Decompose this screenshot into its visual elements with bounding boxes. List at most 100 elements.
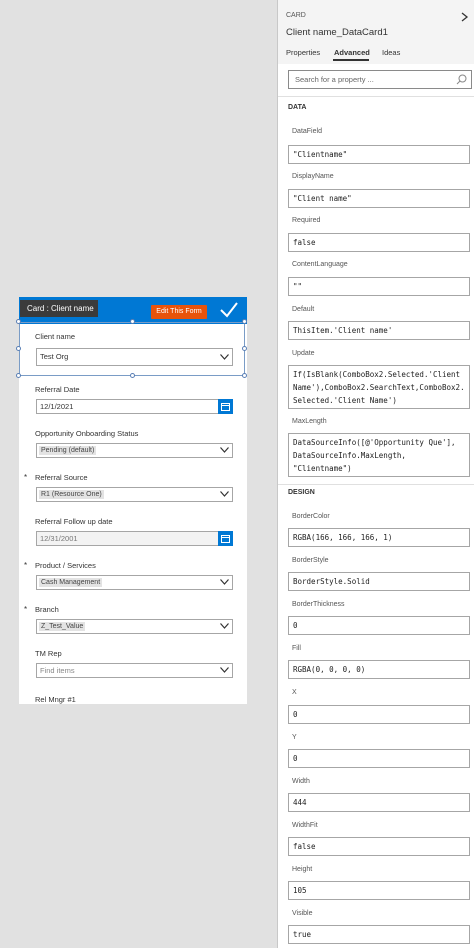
field-label: Referral Source: [35, 473, 88, 482]
field-label: TM Rep: [35, 649, 62, 658]
field-label: Referral Follow up date: [35, 517, 113, 526]
tab-ideas[interactable]: Ideas: [382, 48, 400, 57]
panel-header: CARD Client name_DataCard1 Properties Ad…: [278, 0, 474, 64]
section-design-title: DESIGN: [288, 489, 315, 496]
onboarding-status-combobox[interactable]: Pending (default): [36, 443, 233, 458]
product-services-combobox[interactable]: Cash Management: [36, 575, 233, 590]
field-label: Client name: [35, 332, 76, 341]
resize-handle-top[interactable]: [130, 319, 135, 324]
resize-handle-top-right[interactable]: [242, 319, 247, 324]
property-search-input[interactable]: Search for a property ...: [288, 70, 472, 89]
property-formula-y[interactable]: 0: [288, 749, 470, 768]
chevron-down-icon: [220, 623, 229, 629]
control-name: Client name_DataCard1: [286, 27, 388, 38]
required-asterisk: *: [24, 561, 28, 570]
card-client-name[interactable]: Client name Test Org: [19, 332, 241, 372]
property-label: Required: [292, 217, 321, 224]
resize-handle-left[interactable]: [16, 346, 21, 351]
search-placeholder: Search for a property ...: [295, 75, 374, 84]
follow-up-date-picker[interactable]: 12/31/2001: [36, 531, 233, 546]
edit-form[interactable]: Edit This Form Client name Test Org Refe…: [19, 297, 247, 704]
resize-handle-top-left[interactable]: [16, 319, 21, 324]
calendar-icon[interactable]: [218, 531, 233, 546]
resize-handle-bottom-left[interactable]: [16, 373, 21, 378]
card-rel-mngr-1[interactable]: Rel Mngr #1: [19, 695, 241, 704]
checkmark-icon[interactable]: [219, 301, 239, 319]
divider: [278, 484, 474, 485]
branch-combobox[interactable]: Z_Test_Value: [36, 619, 233, 634]
property-formula-bordercolor[interactable]: RGBA(166, 166, 166, 1): [288, 528, 470, 547]
required-asterisk: *: [24, 605, 28, 614]
property-formula-maxlength[interactable]: DataSourceInfo([@'Opportunity Que'], Dat…: [288, 433, 470, 477]
field-label: Branch: [35, 605, 59, 614]
card-referral-source[interactable]: * Referral Source R1 (Resource One): [19, 473, 241, 509]
property-label: Height: [292, 866, 313, 873]
card-referral-follow-up-date[interactable]: Referral Follow up date 12/31/2001: [19, 517, 241, 553]
referral-date-picker[interactable]: 12/1/2021: [36, 399, 233, 414]
property-formula-borderstyle[interactable]: BorderStyle.Solid: [288, 572, 470, 591]
tm-rep-combobox[interactable]: Find items: [36, 663, 233, 678]
property-label: BorderStyle: [292, 557, 329, 564]
field-label: Opportunity Onboarding Status: [35, 429, 139, 438]
property-formula-required[interactable]: false: [288, 233, 470, 252]
property-formula-fill[interactable]: RGBA(0, 0, 0, 0): [288, 660, 470, 679]
expand-arrow-icon[interactable]: [460, 12, 469, 22]
property-label: BorderThickness: [292, 601, 345, 608]
card-product-services[interactable]: * Product / Services Cash Management: [19, 561, 241, 597]
client-name-combobox[interactable]: Test Org: [36, 348, 233, 366]
property-label: Fill: [292, 645, 301, 652]
property-label: WidthFit: [292, 822, 318, 829]
property-label: DisplayName: [292, 173, 334, 180]
field-placeholder: Find items: [40, 666, 75, 675]
property-formula-widthfit[interactable]: false: [288, 837, 470, 856]
property-formula-width[interactable]: 444: [288, 793, 470, 812]
card-onboarding-status[interactable]: Opportunity Onboarding Status Pending (d…: [19, 429, 241, 465]
calendar-icon[interactable]: [218, 399, 233, 414]
property-formula-datafield[interactable]: "Clientname": [288, 145, 470, 164]
tab-advanced[interactable]: Advanced: [334, 48, 370, 57]
field-value: 12/1/2021: [40, 402, 74, 411]
property-label: MaxLength: [292, 418, 327, 425]
field-label: Referral Date: [35, 385, 80, 394]
card-referral-date[interactable]: Referral Date 12/1/2021: [19, 385, 241, 421]
card-tooltip: Card : Client name: [20, 300, 98, 317]
chevron-down-icon: [220, 579, 229, 585]
property-formula-displayname[interactable]: "Client name": [288, 189, 470, 208]
property-label: Visible: [292, 910, 313, 917]
referral-source-combobox[interactable]: R1 (Resource One): [36, 487, 233, 502]
resize-handle-right[interactable]: [242, 346, 247, 351]
edit-form-button[interactable]: Edit This Form: [151, 305, 207, 319]
section-data-title: DATA: [288, 104, 307, 111]
property-label: DataField: [292, 128, 322, 135]
property-formula-update[interactable]: If(IsBlank(ComboBox2.Selected.'Client Na…: [288, 365, 470, 409]
selected-pill: R1 (Resource One): [39, 490, 104, 499]
required-asterisk: *: [24, 473, 28, 482]
property-formula-x[interactable]: 0: [288, 705, 470, 724]
property-label: ContentLanguage: [292, 261, 348, 268]
chevron-down-icon: [220, 667, 229, 673]
card-branch[interactable]: * Branch Z_Test_Value: [19, 605, 241, 641]
control-type-label: CARD: [286, 12, 306, 19]
property-label: Default: [292, 306, 315, 313]
selected-pill: Cash Management: [39, 578, 103, 587]
property-formula-visible[interactable]: true: [288, 925, 470, 944]
property-formula-default[interactable]: ThisItem.'Client name': [288, 321, 470, 340]
tab-properties[interactable]: Properties: [286, 48, 320, 57]
card-tm-rep[interactable]: TM Rep Find items: [19, 649, 241, 685]
search-icon[interactable]: [456, 74, 467, 85]
property-formula-height[interactable]: 105: [288, 881, 470, 900]
chevron-down-icon: [220, 354, 229, 360]
chevron-down-icon: [220, 491, 229, 497]
divider: [278, 96, 474, 97]
property-label: Update: [292, 350, 315, 357]
field-label: Product / Services: [35, 561, 96, 570]
property-formula-contentlanguage[interactable]: "": [288, 277, 470, 296]
resize-handle-bottom[interactable]: [130, 373, 135, 378]
field-value: 12/31/2001: [40, 534, 78, 543]
property-label: Y: [292, 734, 297, 741]
selected-pill: Pending (default): [39, 446, 97, 455]
resize-handle-bottom-right[interactable]: [242, 373, 247, 378]
field-value: Test Org: [40, 352, 69, 361]
selected-pill: Z_Test_Value: [39, 622, 86, 631]
property-formula-borderthickness[interactable]: 0: [288, 616, 470, 635]
